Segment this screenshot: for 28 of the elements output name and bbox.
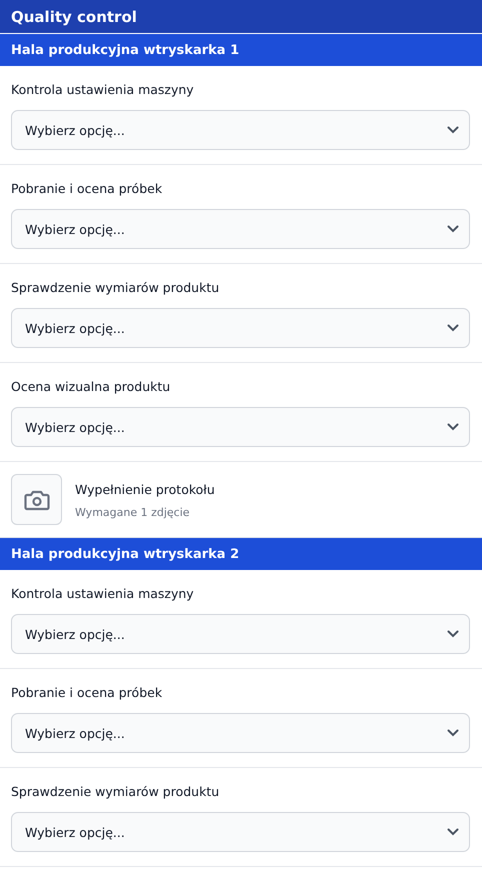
field-label: Pobranie i ocena próbek xyxy=(11,180,164,198)
chevron-down-icon xyxy=(447,324,459,332)
app-header: Quality control xyxy=(0,0,482,34)
chevron-down-icon xyxy=(447,630,459,638)
photo-requirement: Wymagane 1 zdjęcie xyxy=(75,506,191,519)
chevron-down-icon xyxy=(447,729,459,737)
photo-upload-button[interactable] xyxy=(11,474,62,525)
option-select[interactable]: Wybierz opcję... xyxy=(11,308,470,348)
chevron-down-icon xyxy=(447,225,459,233)
camera-icon xyxy=(24,488,50,510)
chevron-down-icon xyxy=(447,423,459,431)
option-select[interactable]: Wybierz opcję... xyxy=(11,812,470,852)
field-label: Pobranie i ocena próbek xyxy=(11,684,164,702)
section-header: Hala produkcyjna wtryskarka 2 xyxy=(0,538,482,570)
option-select[interactable]: Wybierz opcję... xyxy=(11,614,470,654)
chevron-down-icon xyxy=(447,828,459,836)
field-label: Kontrola ustawienia maszyny xyxy=(11,585,195,603)
section-header: Hala produkcyjna wtryskarka 1 xyxy=(0,34,482,66)
field-label: Wypełnienie protokołu xyxy=(75,481,215,499)
option-select[interactable]: Wybierz opcję... xyxy=(11,110,470,150)
option-select[interactable]: Wybierz opcję... xyxy=(11,209,470,249)
field-label: Kontrola ustawienia maszyny xyxy=(11,81,195,99)
chevron-down-icon xyxy=(447,126,459,134)
option-select[interactable]: Wybierz opcję... xyxy=(11,407,470,447)
field-label: Ocena wizualna produktu xyxy=(11,378,172,396)
field-label: Sprawdzenie wymiarów produktu xyxy=(11,279,220,297)
option-select[interactable]: Wybierz opcję... xyxy=(11,713,470,753)
field-label: Sprawdzenie wymiarów produktu xyxy=(11,783,220,801)
